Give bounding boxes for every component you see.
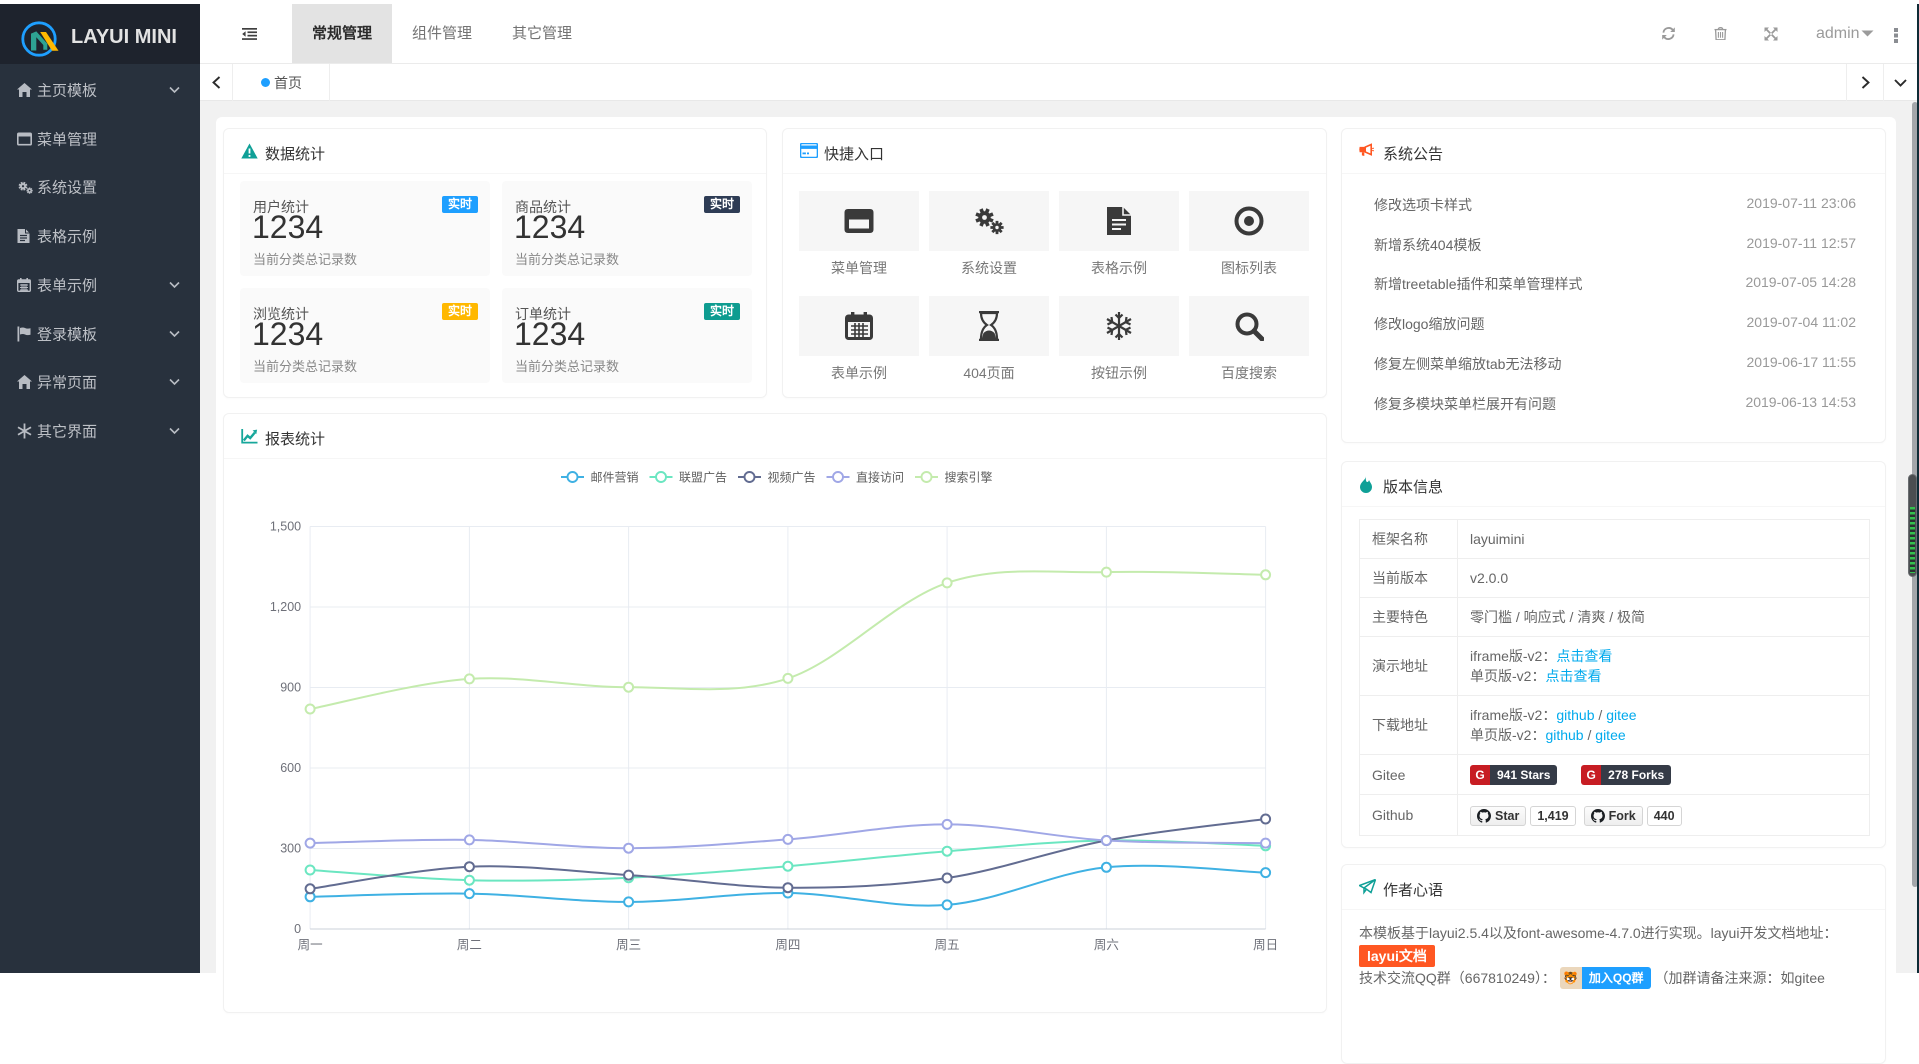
svg-text:搜索引擎: 搜索引擎	[945, 470, 993, 485]
svg-text:周一: 周一	[298, 938, 323, 952]
svg-text:1,200: 1,200	[270, 600, 301, 614]
svg-text:1,500: 1,500	[270, 520, 301, 534]
svg-text:邮件营销: 邮件营销	[591, 471, 639, 485]
svg-text:直接访问: 直接访问	[856, 470, 904, 485]
svg-text:300: 300	[280, 842, 301, 856]
svg-text:900: 900	[280, 681, 301, 695]
svg-text:周四: 周四	[775, 938, 800, 952]
svg-text:视频广告: 视频广告	[768, 470, 816, 485]
svg-text:周三: 周三	[616, 938, 641, 952]
svg-text:周二: 周二	[457, 938, 482, 952]
svg-text:联盟广告: 联盟广告	[679, 471, 727, 485]
svg-text:周日: 周日	[1253, 938, 1278, 952]
svg-text:周五: 周五	[935, 938, 960, 952]
svg-text:600: 600	[280, 761, 301, 775]
svg-text:0: 0	[294, 922, 301, 936]
svg-text:周六: 周六	[1094, 938, 1119, 952]
